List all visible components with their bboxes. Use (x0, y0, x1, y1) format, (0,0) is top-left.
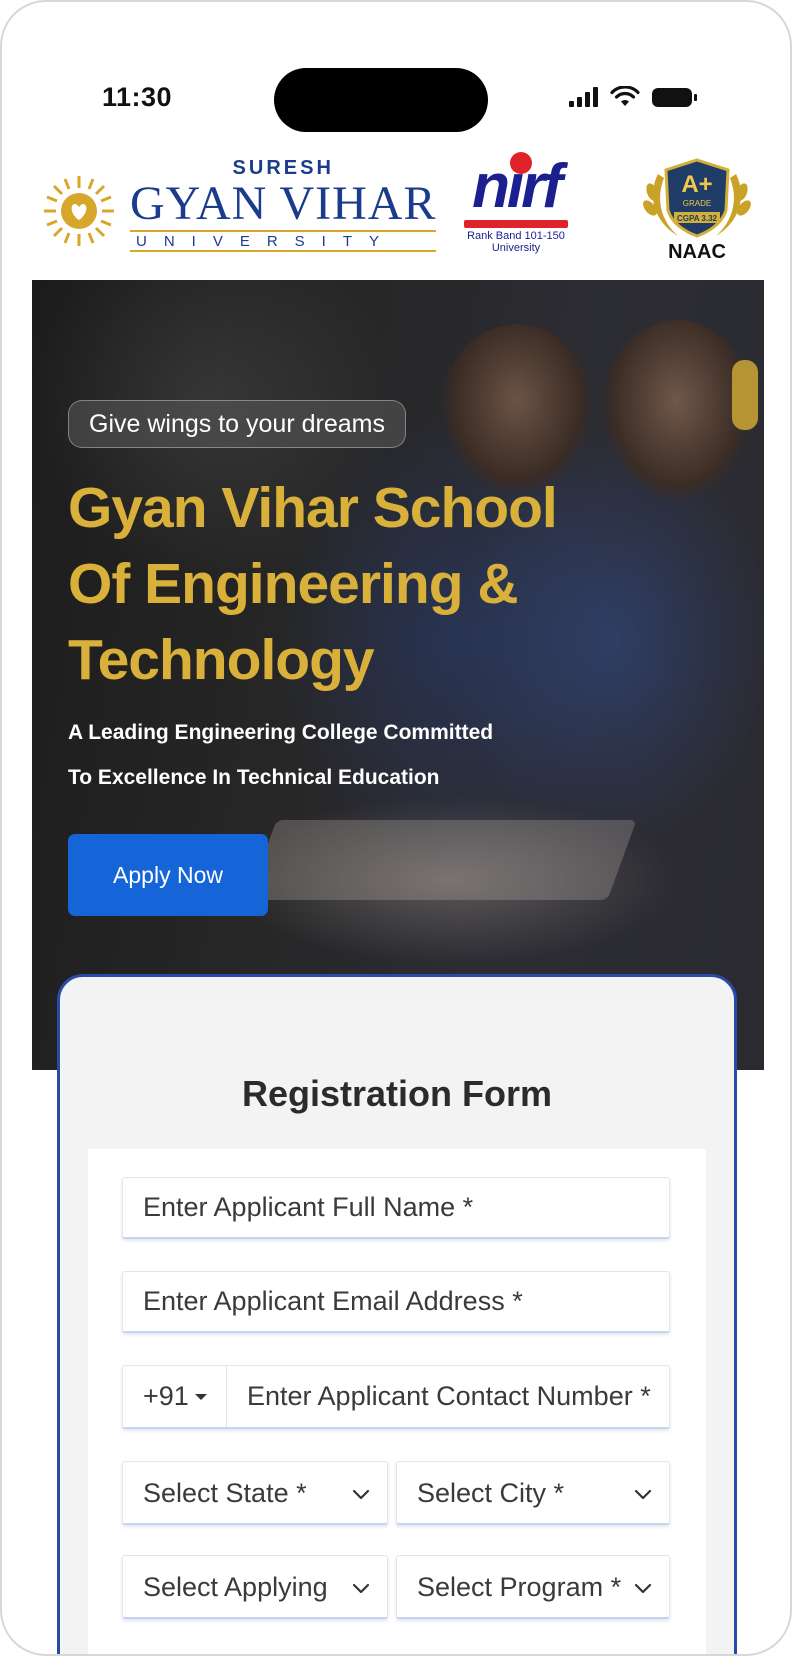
phone-frame: 11:30 SURESH GYAN VIHAR UNIVERSITY nirf … (0, 0, 792, 1656)
hero-banner: Give wings to your dreams Gyan Vihar Sch… (32, 280, 764, 1070)
form-body: Enter Applicant Full Name * Enter Applic… (88, 1149, 706, 1654)
university-name: GYAN VIHAR (130, 177, 437, 230)
university-name-top: SURESH (232, 157, 334, 179)
form-title: Registration Form (241, 1073, 553, 1114)
hero-tagline: Give wings to your dreams (68, 400, 406, 448)
dynamic-island (274, 68, 488, 132)
phone-input[interactable] (227, 1381, 667, 1412)
hero-subtitle: A Leading Engineering College Committed … (68, 710, 628, 800)
city-select[interactable]: Select City * (396, 1461, 670, 1525)
hero-title: Gyan Vihar School Of Engineering & Techn… (68, 470, 688, 698)
country-code-value: +91 (143, 1381, 189, 1411)
headphone-shape (732, 360, 758, 430)
nirf-category: University (491, 242, 541, 255)
naac-grade-word: GRADE (683, 199, 711, 208)
naac-grade: A+ (681, 171, 712, 198)
caret-down-icon (194, 1393, 207, 1400)
registration-form-card: Registration Form Enter Applicant Full N… (57, 974, 737, 1654)
wifi-icon (610, 86, 640, 106)
applying-level-select[interactable]: Select Applying (122, 1555, 388, 1619)
city-placeholder: Select City * (417, 1478, 565, 1508)
phone-field-group: +91 (122, 1365, 670, 1429)
applying-level-placeholder: Select Applying (143, 1572, 328, 1602)
full-name-placeholder: Enter Applicant Full Name * (143, 1192, 474, 1222)
signal-icon (569, 87, 598, 107)
hero-title-line: Gyan Vihar School (68, 476, 558, 540)
chevron-down-icon (352, 1489, 370, 1500)
naac-badge-icon: A+ GRADE CGPA 3.32 (643, 158, 751, 238)
hero-title-line: Of Engineering & (68, 552, 519, 616)
country-code-select[interactable]: +91 (123, 1366, 227, 1427)
hero-subtitle-line: To Excellence In Technical Education (68, 766, 440, 789)
email-placeholder: Enter Applicant Email Address * (143, 1286, 523, 1316)
hero-title-line: Technology (68, 628, 375, 692)
state-select[interactable]: Select State * (122, 1461, 388, 1525)
program-select[interactable]: Select Program * (396, 1555, 670, 1619)
state-placeholder: Select State * (143, 1478, 307, 1508)
university-logo[interactable]: SURESH GYAN VIHAR UNIVERSITY (42, 157, 437, 252)
chevron-down-icon (634, 1489, 652, 1500)
nirf-dot-icon (510, 152, 532, 174)
keyboard-shape (247, 820, 637, 900)
apply-now-button[interactable]: Apply Now (68, 834, 268, 916)
nirf-rank: Rank Band 101-150 (467, 230, 565, 242)
email-field[interactable]: Enter Applicant Email Address * (122, 1271, 670, 1333)
accreditation-logos: SURESH GYAN VIHAR UNIVERSITY nirf Rank B… (42, 152, 756, 274)
hero-subtitle-line: A Leading Engineering College Committed (68, 721, 494, 744)
naac-logo[interactable]: A+ GRADE CGPA 3.32 NAAC (638, 154, 756, 264)
university-name-bottom: UNIVERSITY (130, 230, 437, 252)
nirf-bar (464, 220, 568, 228)
naac-cgpa: CGPA 3.32 (677, 214, 718, 223)
program-placeholder: Select Program * (417, 1572, 622, 1602)
nirf-logo[interactable]: nirf Rank Band 101-150 University (446, 152, 586, 255)
naac-label: NAAC (668, 241, 726, 263)
chevron-down-icon (634, 1583, 652, 1594)
status-time: 11:30 (102, 82, 173, 112)
chevron-down-icon (352, 1583, 370, 1594)
student-photo-left (442, 324, 592, 494)
status-icons (569, 86, 697, 108)
full-name-field[interactable]: Enter Applicant Full Name * (122, 1177, 670, 1239)
battery-icon (652, 87, 697, 107)
university-emblem-icon (44, 176, 114, 246)
